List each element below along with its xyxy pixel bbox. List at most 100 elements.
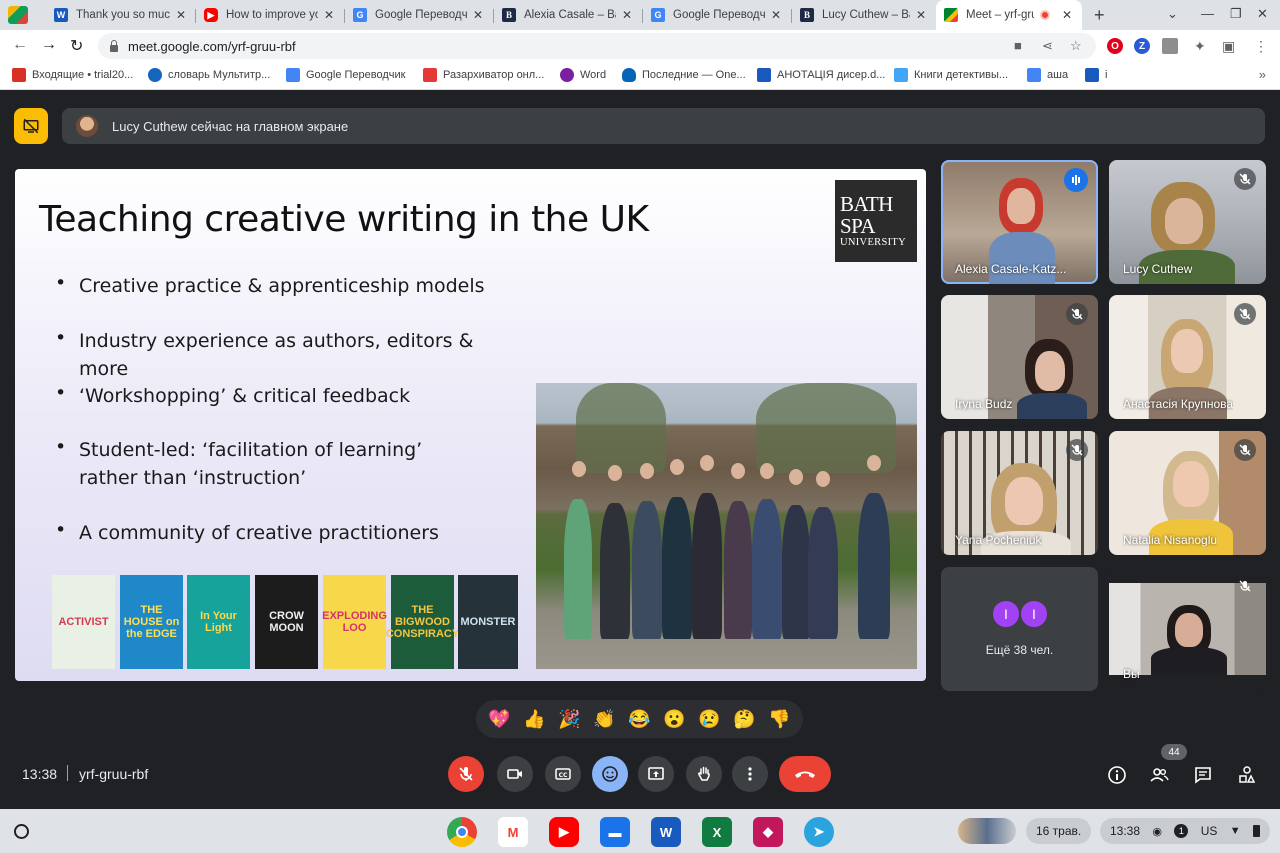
reaction-laugh[interactable]: 😂 bbox=[628, 709, 650, 730]
share-icon[interactable]: ⋖ bbox=[1042, 38, 1053, 54]
close-icon[interactable]: ✕ bbox=[914, 8, 928, 22]
camera-toggle-button[interactable] bbox=[497, 756, 533, 792]
more-participants-tile[interactable]: I I Ещё 38 чел. bbox=[941, 567, 1098, 691]
bookmark-star-icon[interactable]: ☆ bbox=[1070, 38, 1082, 54]
bullet-text: A community of creative practitioners bbox=[79, 522, 439, 544]
more-menu-icon[interactable]: ⋮ bbox=[1254, 38, 1268, 55]
apps-icon[interactable] bbox=[8, 6, 28, 24]
reaction-sad[interactable]: 😢 bbox=[698, 709, 720, 730]
chrome-icon[interactable] bbox=[447, 817, 477, 847]
tab-6-active[interactable]: Meet – yrf-gru ✕ bbox=[936, 0, 1082, 30]
youtube-icon[interactable]: ▶ bbox=[549, 817, 579, 847]
reaction-party[interactable]: 🎉 bbox=[558, 709, 580, 730]
close-icon[interactable]: ✕ bbox=[1060, 8, 1074, 22]
reaction-clap[interactable]: 👏 bbox=[593, 709, 615, 730]
back-icon[interactable]: ← bbox=[12, 36, 28, 54]
forward-icon[interactable]: → bbox=[41, 36, 57, 54]
raise-hand-button[interactable] bbox=[686, 756, 722, 792]
meeting-details-button[interactable] bbox=[1106, 764, 1128, 786]
mic-off-icon bbox=[1239, 444, 1251, 456]
minimize-icon[interactable]: — bbox=[1201, 6, 1214, 21]
bookmark-item[interactable]: Google Переводчик bbox=[286, 68, 406, 82]
muted-indicator bbox=[1234, 168, 1256, 190]
reaction-surprised[interactable]: 😮 bbox=[663, 709, 685, 730]
bookmark-item[interactable]: Входящие • trial20... bbox=[12, 68, 133, 82]
tab-4[interactable]: G Google Переводчик ✕ bbox=[643, 4, 791, 26]
bookmark-label: аша bbox=[1047, 69, 1069, 81]
participant-tile[interactable]: Yana Pocheniuk bbox=[941, 431, 1098, 555]
leave-call-button[interactable] bbox=[779, 756, 831, 792]
participant-tile[interactable]: Alexia Casale-Katz... bbox=[941, 160, 1098, 284]
bookmark-item[interactable]: і bbox=[1085, 68, 1107, 82]
close-icon[interactable]: ✕ bbox=[471, 8, 485, 22]
bookmark-label: Разархиватор онл... bbox=[443, 69, 545, 81]
restore-icon[interactable]: ❐ bbox=[1230, 6, 1242, 22]
bookmark-item[interactable]: Разархиватор онл... bbox=[423, 68, 544, 82]
bookmark-item[interactable]: Книги детективы... bbox=[894, 68, 1008, 82]
chat-button[interactable] bbox=[1192, 764, 1214, 786]
self-view-tile[interactable]: Вы bbox=[1109, 567, 1266, 691]
holding-space-icon[interactable] bbox=[958, 818, 1016, 844]
microphone-toggle-button[interactable] bbox=[448, 756, 484, 792]
close-icon[interactable]: ✕ bbox=[620, 8, 634, 22]
book-title: CROW MOON bbox=[269, 610, 304, 634]
extension-photo-icon[interactable] bbox=[1162, 38, 1178, 54]
close-icon[interactable]: ✕ bbox=[174, 8, 188, 22]
captions-button[interactable]: CC bbox=[545, 756, 581, 792]
reaction-thumbs-down[interactable]: 👎 bbox=[768, 709, 790, 730]
bullet-text: Student-led: ‘facilitation of learning’ … bbox=[79, 439, 423, 489]
bookmark-item[interactable]: Word bbox=[560, 68, 606, 82]
tab-0[interactable]: W Thank you so much ✕ bbox=[46, 4, 196, 26]
window-close-icon[interactable]: ✕ bbox=[1257, 6, 1268, 22]
tab-1[interactable]: ▶ How to improve yo ✕ bbox=[196, 4, 344, 26]
reaction-thumbs-up[interactable]: 👍 bbox=[523, 709, 545, 730]
bookmarks-more-icon[interactable]: » bbox=[1259, 67, 1266, 82]
tab-search-icon[interactable]: ⌄ bbox=[1167, 6, 1178, 22]
bookmark-item[interactable]: АНОТАЦІЯ дисер.d... bbox=[757, 68, 885, 82]
date-pod[interactable]: 16 трав. bbox=[1026, 818, 1092, 844]
reload-icon[interactable]: ↻ bbox=[70, 36, 83, 56]
participant-tile[interactable]: Lucy Cuthew bbox=[1109, 160, 1266, 284]
participant-tile[interactable]: Natalia Nisanoglu bbox=[1109, 431, 1266, 555]
telegram-icon[interactable]: ➤ bbox=[804, 817, 834, 847]
participant-tile[interactable]: Анастасія Крупнова bbox=[1109, 295, 1266, 419]
tab-3[interactable]: B Alexia Casale – Ba ✕ bbox=[494, 4, 642, 26]
people-button[interactable] bbox=[1148, 764, 1170, 786]
participant-tile[interactable]: Iryna Budz bbox=[941, 295, 1098, 419]
person-shape bbox=[632, 501, 662, 639]
extensions-puzzle-icon[interactable]: ✦ bbox=[1194, 38, 1206, 55]
bookmark-item[interactable]: аша bbox=[1027, 68, 1068, 82]
face-shape bbox=[1175, 613, 1203, 647]
present-button[interactable] bbox=[638, 756, 674, 792]
shared-screen-slide: Teaching creative writing in the UK BATH… bbox=[15, 169, 926, 681]
word-doc-icon bbox=[757, 68, 771, 82]
reaction-heart[interactable]: 💖 bbox=[488, 709, 510, 730]
reaction-thinking[interactable]: 🤔 bbox=[733, 709, 755, 730]
launcher-icon[interactable] bbox=[14, 824, 29, 839]
tab-2[interactable]: G Google Переводчик ✕ bbox=[345, 4, 493, 26]
gmail-icon[interactable]: M bbox=[498, 817, 528, 847]
photos-app-icon[interactable]: ◆ bbox=[753, 817, 783, 847]
close-icon[interactable]: ✕ bbox=[322, 8, 336, 22]
book-title: THE HOUSE on the EDGE bbox=[123, 604, 180, 640]
address-bar[interactable]: meet.google.com/yrf-gruu-rbf bbox=[98, 33, 1096, 59]
new-tab-button[interactable]: + bbox=[1094, 5, 1105, 26]
side-panel-icon[interactable]: ▣ bbox=[1222, 38, 1235, 55]
tab-5[interactable]: B Lucy Cuthew – Bat ✕ bbox=[792, 4, 936, 26]
close-icon[interactable]: ✕ bbox=[769, 8, 783, 22]
bookmark-item[interactable]: словарь Мультитр... bbox=[148, 68, 270, 82]
stop-presenting-button[interactable] bbox=[14, 108, 48, 144]
word-icon[interactable]: W bbox=[651, 817, 681, 847]
reactions-button[interactable] bbox=[592, 756, 628, 792]
bookmark-item[interactable]: Последние — One... bbox=[622, 68, 746, 82]
zoom-ext-icon[interactable]: Z bbox=[1134, 38, 1150, 54]
os-shelf: M ▶ ▬ W X ◆ ➤ 16 трав. 13:38 ◉ 1 US ▼ bbox=[0, 809, 1280, 853]
activities-button[interactable] bbox=[1236, 764, 1258, 786]
status-tray[interactable]: 13:38 ◉ 1 US ▼ bbox=[1100, 818, 1270, 844]
files-icon[interactable]: ▬ bbox=[600, 817, 630, 847]
more-options-button[interactable] bbox=[732, 756, 768, 792]
camera-icon[interactable]: ■ bbox=[1014, 38, 1022, 53]
bullet-text: Creative practice & apprenticeship model… bbox=[79, 275, 485, 297]
opera-icon[interactable]: O bbox=[1107, 38, 1123, 54]
excel-icon[interactable]: X bbox=[702, 817, 732, 847]
